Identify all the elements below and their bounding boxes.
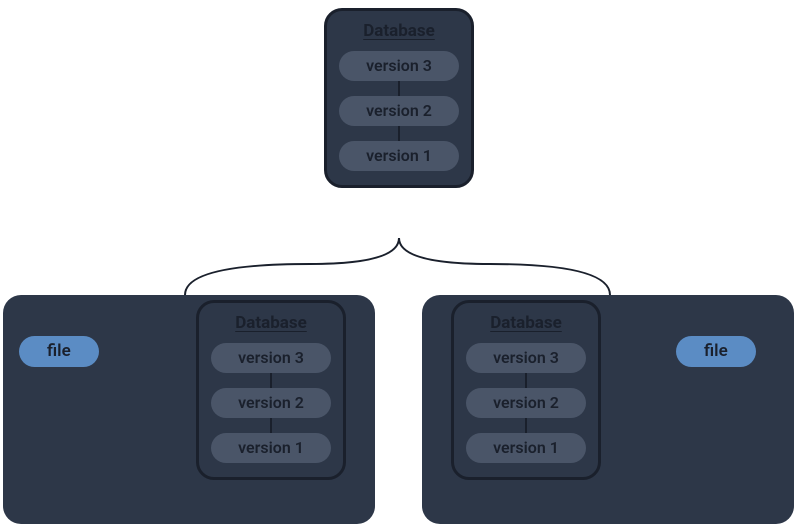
- version-connector: [398, 126, 400, 141]
- connector-top-to-right: [399, 238, 610, 295]
- version-pill: version 2: [466, 388, 586, 418]
- version-connector: [270, 373, 272, 388]
- version-connector: [270, 418, 272, 433]
- version-pill: version 1: [339, 141, 459, 171]
- version-pill: version 2: [211, 388, 331, 418]
- version-pill: version 1: [211, 433, 331, 463]
- diagram-canvas: Database version 3 version 2 version 1 f…: [0, 0, 798, 528]
- database-heading: Database: [341, 21, 457, 41]
- file-label: file: [47, 341, 71, 361]
- version-pill: version 3: [211, 343, 331, 373]
- file-pill-right: file: [676, 336, 756, 367]
- version-pill: version 3: [466, 343, 586, 373]
- database-heading: Database: [468, 313, 584, 333]
- version-connector: [525, 418, 527, 433]
- connector-top-to-left: [185, 238, 399, 295]
- version-pill: version 2: [339, 96, 459, 126]
- database-top: Database version 3 version 2 version 1: [324, 8, 474, 188]
- database-left: Database version 3 version 2 version 1: [196, 300, 346, 480]
- version-list: version 3 version 2 version 1: [341, 51, 457, 171]
- version-connector: [525, 373, 527, 388]
- version-list: version 3 version 2 version 1: [468, 343, 584, 463]
- file-pill-left: file: [19, 336, 99, 367]
- version-pill: version 3: [339, 51, 459, 81]
- version-pill: version 1: [466, 433, 586, 463]
- file-label: file: [704, 341, 728, 361]
- version-list: version 3 version 2 version 1: [213, 343, 329, 463]
- database-right: Database version 3 version 2 version 1: [451, 300, 601, 480]
- database-heading: Database: [213, 313, 329, 333]
- version-connector: [398, 81, 400, 96]
